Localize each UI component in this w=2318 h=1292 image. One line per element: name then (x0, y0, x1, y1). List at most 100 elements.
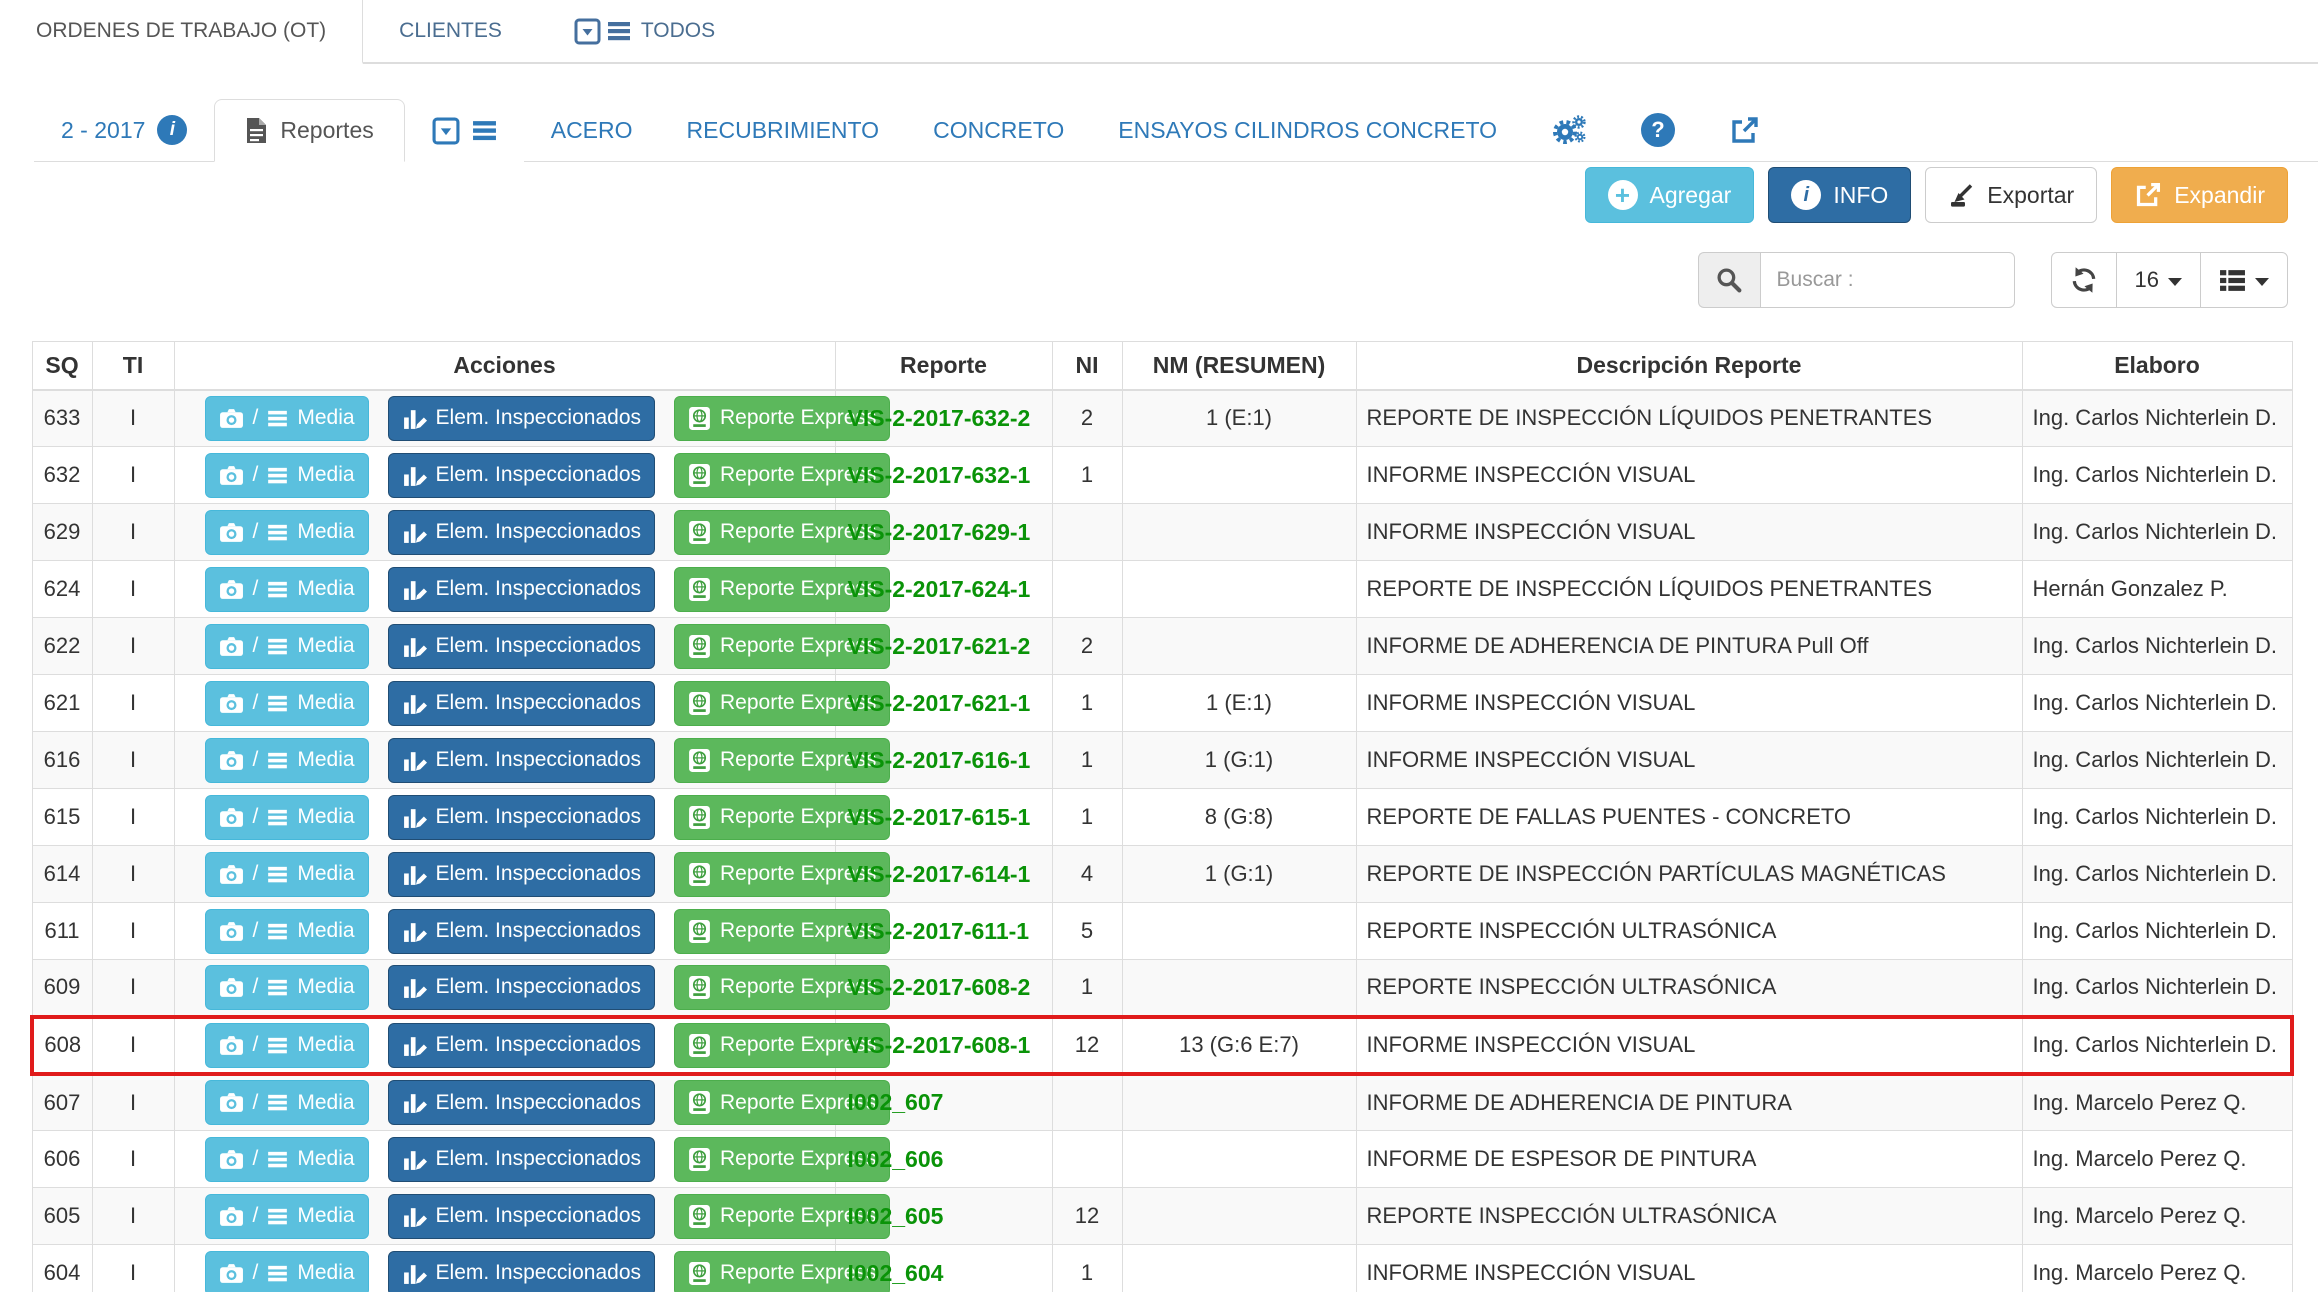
search-addon (1698, 252, 1760, 308)
list-bars-icon (267, 752, 288, 769)
media-button[interactable]: / Media (205, 852, 369, 897)
elem-inspeccionados-button[interactable]: Elem. Inspeccionados (388, 1251, 655, 1292)
elem-inspeccionados-button[interactable]: Elem. Inspeccionados (388, 567, 655, 612)
elem-inspeccionados-button[interactable]: Elem. Inspeccionados (388, 909, 655, 954)
media-button[interactable]: / Media (205, 795, 369, 840)
camera-icon (219, 1206, 244, 1227)
elem-inspeccionados-button[interactable]: Elem. Inspeccionados (388, 510, 655, 555)
gears-icon (1551, 114, 1587, 146)
elaboro-cell: Ing. Carlos Nichterlein D. (2022, 618, 2292, 675)
sq-cell: 632 (32, 447, 92, 504)
refresh-button[interactable] (2051, 252, 2117, 308)
media-button[interactable]: / Media (205, 965, 369, 1010)
table-row: 611 I / Media Elem. Inspeccionados Repor… (32, 903, 2292, 960)
nav-concreto[interactable]: CONCRETO (906, 99, 1091, 162)
list-bars-icon (267, 979, 288, 996)
actions-cell: / Media Elem. Inspeccionados Reporte Exp… (174, 1017, 835, 1074)
camera-icon (219, 864, 244, 885)
chart-pencil-icon (402, 975, 427, 1000)
search-row: 16 (0, 252, 2318, 308)
expandir-button[interactable]: Expandir (2111, 167, 2288, 223)
media-button[interactable]: / Media (205, 453, 369, 498)
ti-cell: I (92, 390, 174, 447)
descripcion-cell: INFORME DE ESPESOR DE PINTURA (1356, 1131, 2022, 1188)
elem-inspeccionados-button[interactable]: Elem. Inspeccionados (388, 624, 655, 669)
tab-reportes[interactable]: Reportes (214, 99, 404, 162)
page-size-dropdown[interactable]: 16 (2116, 252, 2201, 308)
media-button[interactable]: / Media (205, 1023, 369, 1068)
table-row: 633 I / Media Elem. Inspeccionados Repor… (32, 390, 2292, 447)
elem-inspeccionados-button[interactable]: Elem. Inspeccionados (388, 1023, 655, 1068)
info-button[interactable]: i INFO (1768, 167, 1911, 223)
elem-inspeccionados-button[interactable]: Elem. Inspeccionados (388, 1194, 655, 1239)
search-input[interactable] (1760, 252, 2015, 308)
caret-square-icon (432, 117, 460, 145)
camera-icon (219, 693, 244, 714)
ni-cell: 1 (1052, 447, 1122, 504)
nm-cell: 8 (G:8) (1122, 789, 1356, 846)
ti-cell: I (92, 789, 174, 846)
descripcion-cell: INFORME DE ADHERENCIA DE PINTURA Pull Of… (1356, 618, 2022, 675)
media-button[interactable]: / Media (205, 1137, 369, 1182)
elem-inspeccionados-button[interactable]: Elem. Inspeccionados (388, 1137, 655, 1182)
media-button[interactable]: / Media (205, 624, 369, 669)
media-label: Media (297, 691, 354, 715)
chart-pencil-icon (402, 805, 427, 830)
nm-cell (1122, 1131, 1356, 1188)
slash-separator: / (253, 805, 259, 829)
slash-separator: / (253, 406, 259, 430)
media-label: Media (297, 634, 354, 658)
media-button[interactable]: / Media (205, 1194, 369, 1239)
external-link-icon (1729, 115, 1760, 146)
media-button[interactable]: / Media (205, 909, 369, 954)
elem-inspeccionados-button[interactable]: Elem. Inspeccionados (388, 453, 655, 498)
nav-select-list[interactable] (405, 99, 524, 162)
camera-icon (219, 465, 244, 486)
media-button[interactable]: / Media (205, 567, 369, 612)
descripcion-cell: INFORME INSPECCIÓN VISUAL (1356, 447, 2022, 504)
report-document-icon (688, 406, 711, 431)
sq-cell: 622 (32, 618, 92, 675)
elem-inspeccionados-button[interactable]: Elem. Inspeccionados (388, 795, 655, 840)
elaboro-cell: Ing. Marcelo Perez Q. (2022, 1131, 2292, 1188)
elem-inspeccionados-button[interactable]: Elem. Inspeccionados (388, 1080, 655, 1125)
nav-acero[interactable]: ACERO (524, 99, 660, 162)
period-info-icon[interactable]: i (157, 115, 187, 145)
nav-recubrimiento-label: RECUBRIMIENTO (687, 117, 880, 144)
report-document-icon (688, 805, 711, 830)
media-button[interactable]: / Media (205, 1251, 369, 1292)
media-button[interactable]: / Media (205, 510, 369, 555)
agregar-button[interactable]: + Agregar (1585, 167, 1755, 223)
slash-separator: / (253, 1033, 259, 1057)
elem-inspeccionados-button[interactable]: Elem. Inspeccionados (388, 965, 655, 1010)
descripcion-cell: INFORME INSPECCIÓN VISUAL (1356, 732, 2022, 789)
elem-inspeccionados-button[interactable]: Elem. Inspeccionados (388, 738, 655, 783)
elem-inspeccionados-button[interactable]: Elem. Inspeccionados (388, 852, 655, 897)
media-button[interactable]: / Media (205, 396, 369, 441)
tab-ordenes-de-trabajo[interactable]: ORDENES DE TRABAJO (OT) (0, 0, 363, 64)
nav-ensayos-cilindros[interactable]: ENSAYOS CILINDROS CONCRETO (1091, 99, 1524, 162)
nm-cell (1122, 903, 1356, 960)
exportar-button[interactable]: Exportar (1925, 167, 2097, 223)
nav-period-link[interactable]: 2 - 2017 i (34, 99, 214, 162)
tab-todos[interactable]: TODOS (538, 0, 751, 64)
nav-settings[interactable] (1524, 99, 1614, 162)
media-label: Media (297, 748, 354, 772)
elem-label: Elem. Inspeccionados (436, 406, 641, 430)
ni-cell (1052, 504, 1122, 561)
media-button[interactable]: / Media (205, 738, 369, 783)
media-button[interactable]: / Media (205, 1080, 369, 1125)
nav-open-external[interactable] (1702, 99, 1787, 162)
tab-clientes[interactable]: CLIENTES (363, 0, 538, 64)
nav-recubrimiento[interactable]: RECUBRIMIENTO (660, 99, 907, 162)
nav-help[interactable]: ? (1614, 99, 1702, 162)
media-button[interactable]: / Media (205, 681, 369, 726)
table-row: 615 I / Media Elem. Inspeccionados Repor… (32, 789, 2292, 846)
ti-cell: I (92, 1074, 174, 1131)
report-nav-bar: 2 - 2017 i Reportes ACERO RECUBRIMIENTO … (0, 99, 2318, 162)
elem-inspeccionados-button[interactable]: Elem. Inspeccionados (388, 681, 655, 726)
table-row: 614 I / Media Elem. Inspeccionados Repor… (32, 846, 2292, 903)
elem-inspeccionados-button[interactable]: Elem. Inspeccionados (388, 396, 655, 441)
columns-dropdown[interactable] (2200, 252, 2288, 308)
chart-pencil-icon (402, 463, 427, 488)
